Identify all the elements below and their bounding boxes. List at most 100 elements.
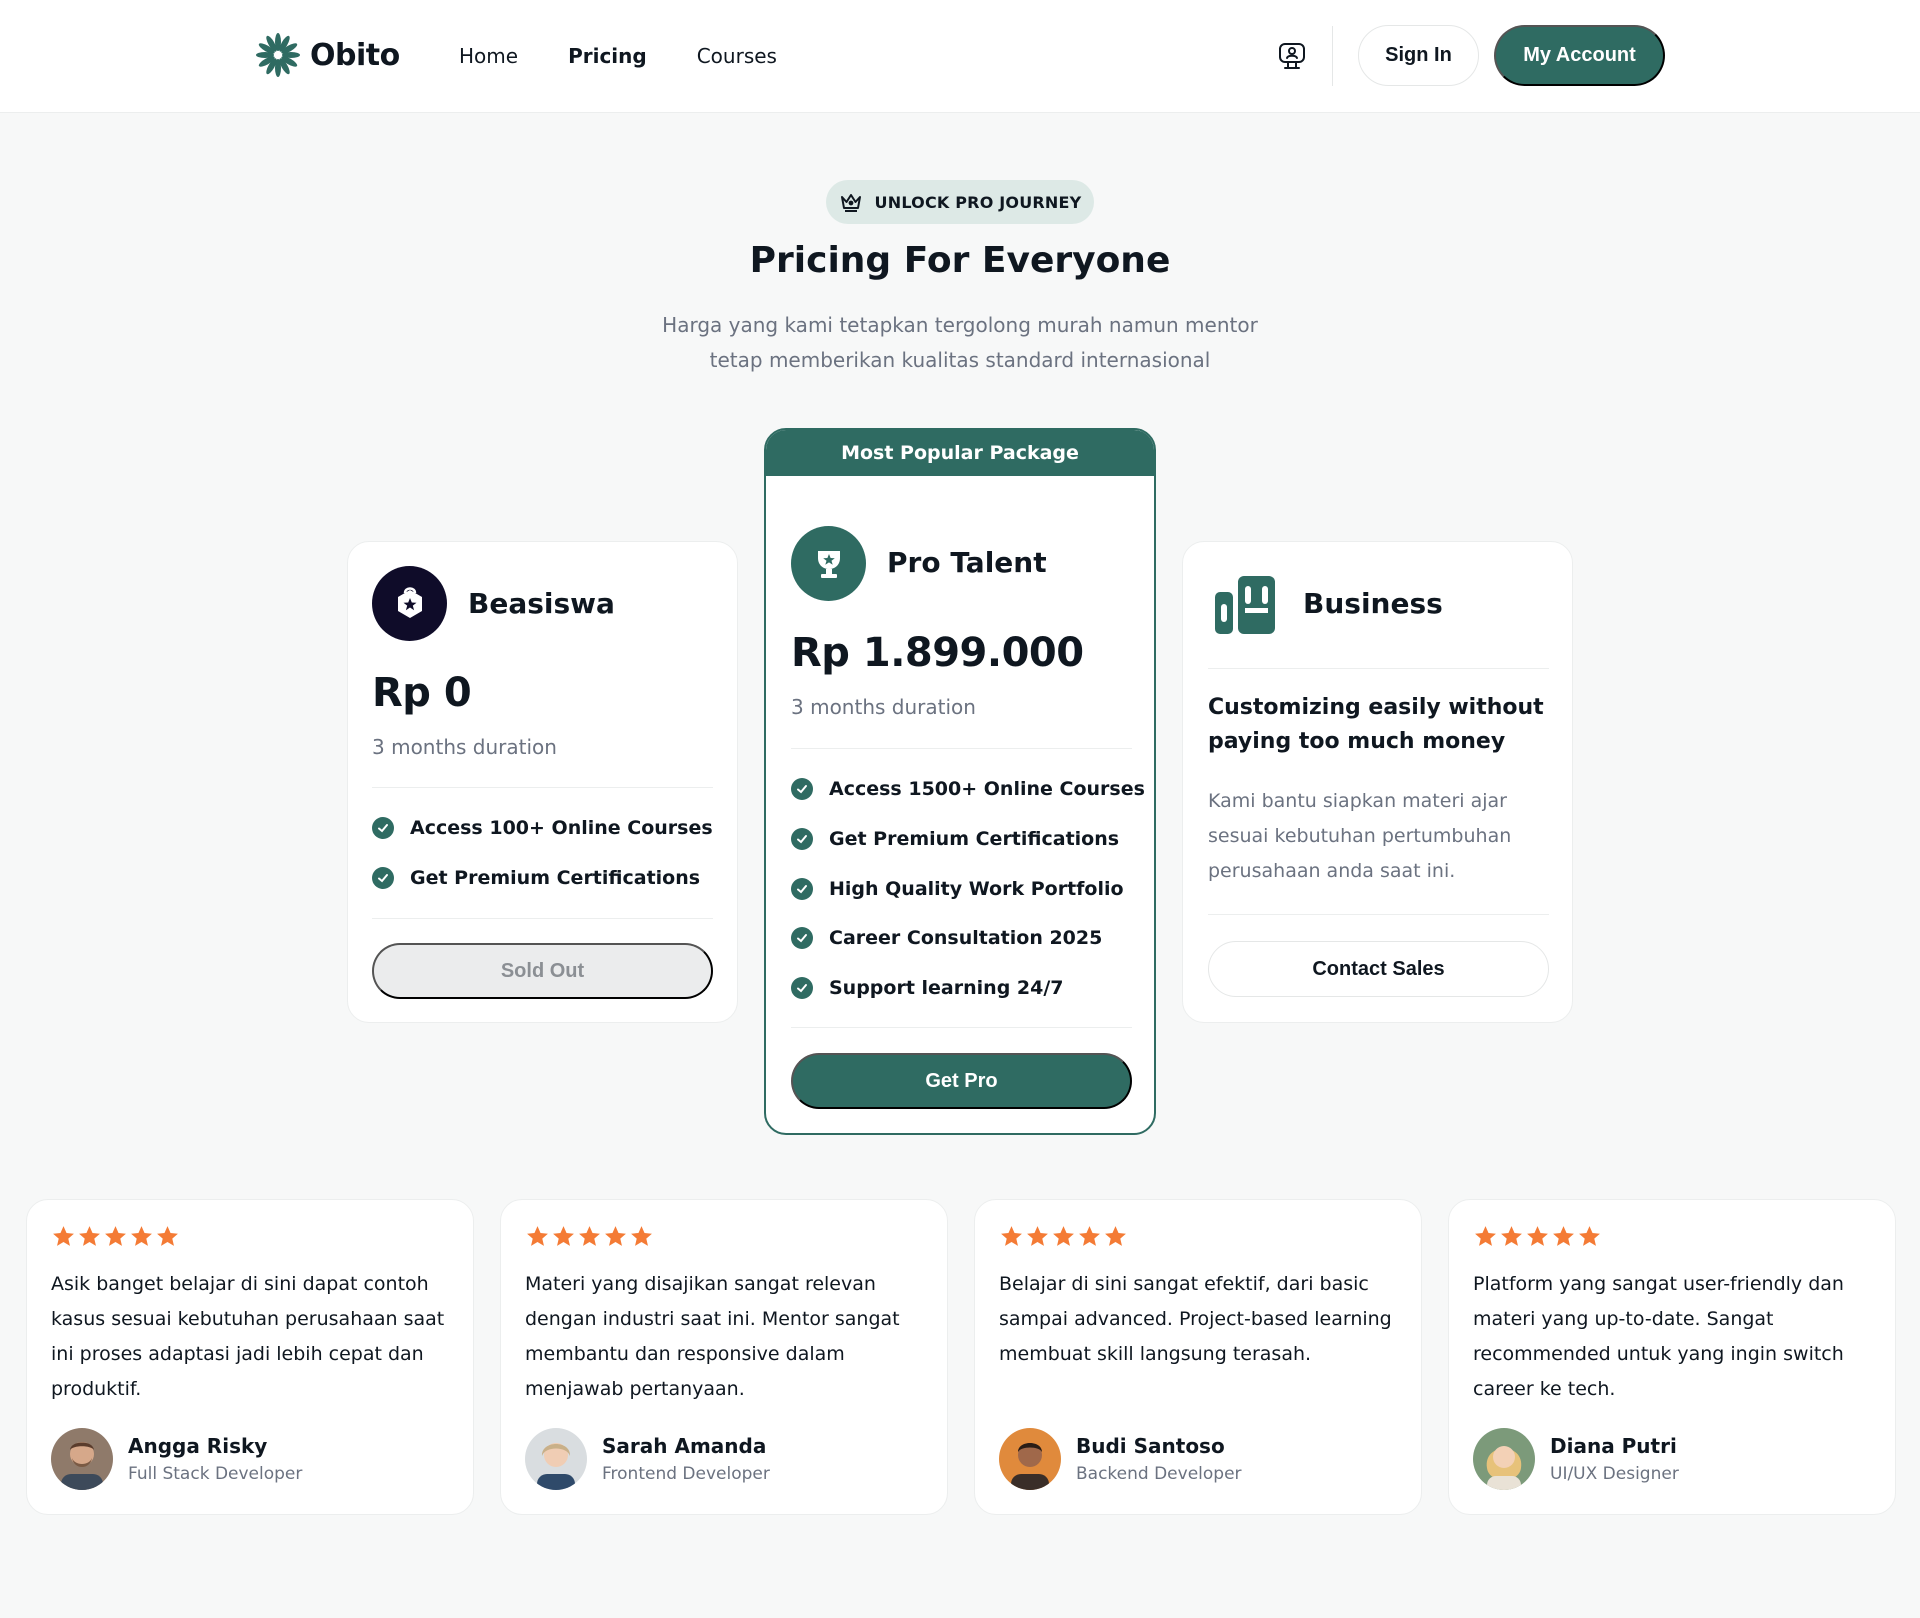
plan-card-beasiswa: Beasiswa Rp 0 3 months duration Access 1… — [347, 541, 738, 1023]
star-icon — [79, 1226, 100, 1246]
flower-logo-icon — [256, 33, 300, 77]
testimonial-card: Belajar di sini sangat efektif, dari bas… — [974, 1199, 1422, 1515]
feature-label: Career Consultation 2025 — [829, 927, 1103, 949]
sold-out-button[interactable]: Sold Out — [372, 943, 713, 999]
plan-card-business: Business Customizing easily without payi… — [1182, 541, 1573, 1023]
sign-in-button[interactable]: Sign In — [1358, 25, 1479, 86]
plan-name: Pro Talent — [887, 546, 1047, 579]
nav-home[interactable]: Home — [459, 40, 518, 72]
check-icon — [372, 817, 394, 839]
star-icon — [1553, 1226, 1574, 1246]
business-desc-line-3: perusahaan anda saat ini. — [1208, 860, 1456, 882]
subtitle-line-1: Harga yang kami tetapkan tergolong murah… — [662, 313, 1258, 337]
avatar — [999, 1428, 1061, 1490]
business-description: Kami bantu siapkan materi ajar sesuai ke… — [1208, 784, 1549, 889]
check-icon — [791, 927, 813, 949]
building-icon — [1215, 576, 1275, 634]
star-icon — [105, 1226, 126, 1246]
star-icon — [605, 1226, 626, 1246]
plan-duration: 3 months duration — [791, 695, 976, 719]
star-icon — [53, 1226, 74, 1246]
star-icon — [1579, 1226, 1600, 1246]
check-icon — [791, 828, 813, 850]
star-rating — [1473, 1224, 1602, 1249]
testimonial-quote: Materi yang disajikan sangat relevan den… — [525, 1273, 900, 1400]
avatar — [51, 1428, 113, 1490]
divider — [1208, 914, 1549, 915]
plan-price: Rp 1.899.000 — [791, 630, 1084, 676]
reviewer-role: UI/UX Designer — [1550, 1464, 1679, 1484]
contact-sales-button[interactable]: Contact Sales — [1208, 941, 1549, 997]
testimonial-card: Materi yang disajikan sangat relevan den… — [500, 1199, 948, 1515]
feature-item: Get Premium Certifications — [372, 867, 700, 889]
check-icon — [372, 867, 394, 889]
divider — [372, 918, 713, 919]
chat-button[interactable] — [1274, 38, 1310, 74]
check-icon — [791, 778, 813, 800]
plan-icon-business — [1213, 572, 1277, 636]
star-icon — [1053, 1226, 1074, 1246]
divider — [791, 1027, 1132, 1028]
star-rating — [999, 1224, 1128, 1249]
reviewer-name: Budi Santoso — [1076, 1434, 1225, 1458]
reviewer-name: Angga Risky — [128, 1434, 268, 1458]
get-pro-button[interactable]: Get Pro — [791, 1053, 1132, 1109]
brand-logo[interactable]: Obito — [254, 31, 400, 79]
business-desc-line-2: sesuai kebutuhan pertumbuhan — [1208, 825, 1512, 847]
business-headline-line-1: Customizing easily without — [1208, 695, 1544, 720]
testimonial-card: Asik banget belajar di sini dapat contoh… — [26, 1199, 474, 1515]
feature-item: High Quality Work Portfolio — [791, 878, 1124, 900]
my-account-button[interactable]: My Account — [1494, 25, 1665, 86]
testimonial-quote: Asik banget belajar di sini dapat contoh… — [51, 1273, 445, 1400]
business-headline-line-2: paying too much money — [1208, 729, 1506, 754]
trophy-icon — [817, 550, 840, 578]
feature-item: Access 100+ Online Courses — [372, 817, 713, 839]
divider — [1208, 668, 1549, 669]
star-icon — [157, 1226, 178, 1246]
star-icon — [631, 1226, 652, 1246]
nav-pricing[interactable]: Pricing — [568, 40, 647, 72]
top-navbar: Obito Home Pricing Courses Sign In My Ac… — [0, 0, 1920, 113]
star-icon — [553, 1226, 574, 1246]
brand-name: Obito — [310, 37, 400, 73]
badge-text: UNLOCK PRO JOURNEY — [874, 192, 1082, 212]
plan-name: Beasiswa — [468, 587, 615, 620]
plan-icon-beasiswa — [372, 566, 447, 641]
page-title: Pricing For Everyone — [749, 240, 1171, 281]
feature-item: Support learning 24/7 — [791, 977, 1064, 999]
reviewer-role: Frontend Developer — [602, 1464, 770, 1484]
crown-icon — [840, 194, 861, 212]
nav-courses[interactable]: Courses — [697, 40, 777, 72]
star-rating — [525, 1224, 654, 1249]
star-rating — [51, 1224, 180, 1249]
reviewer-role: Backend Developer — [1076, 1464, 1242, 1484]
star-icon — [1501, 1226, 1522, 1246]
reviewer-name: Sarah Amanda — [602, 1434, 767, 1458]
feature-item: Career Consultation 2025 — [791, 927, 1102, 949]
feature-label: Support learning 24/7 — [829, 977, 1064, 999]
testimonial-card: Platform yang sangat user-friendly dan m… — [1448, 1199, 1896, 1515]
reviewer-name: Diana Putri — [1550, 1434, 1677, 1458]
avatar — [525, 1428, 587, 1490]
testimonial-quote: Platform yang sangat user-friendly dan m… — [1473, 1273, 1844, 1400]
feature-item: Get Premium Certifications — [791, 828, 1119, 850]
page-subtitle: Harga yang kami tetapkan tergolong murah… — [640, 308, 1280, 378]
feature-label: High Quality Work Portfolio — [829, 878, 1124, 900]
testimonial-quote: Belajar di sini sangat efektif, dari bas… — [999, 1273, 1392, 1365]
feature-label: Access 1500+ Online Courses — [829, 778, 1145, 800]
plan-card-pro-talent: Most Popular Package Pro Talent Rp 1.899… — [764, 428, 1156, 1135]
shield-star-icon — [397, 586, 422, 618]
star-icon — [1001, 1226, 1022, 1246]
check-icon — [791, 878, 813, 900]
star-icon — [579, 1226, 600, 1246]
subtitle-line-2: tetap memberikan kualitas standard inter… — [709, 348, 1211, 372]
feature-item: Access 1500+ Online Courses — [791, 778, 1145, 800]
chat-icon — [1279, 43, 1305, 69]
avatar — [1473, 1428, 1535, 1490]
star-icon — [1079, 1226, 1100, 1246]
star-icon — [131, 1226, 152, 1246]
business-headline: Customizing easily without paying too mu… — [1208, 691, 1549, 759]
plan-duration: 3 months duration — [372, 735, 557, 759]
divider — [791, 748, 1132, 749]
feature-label: Get Premium Certifications — [410, 867, 701, 889]
